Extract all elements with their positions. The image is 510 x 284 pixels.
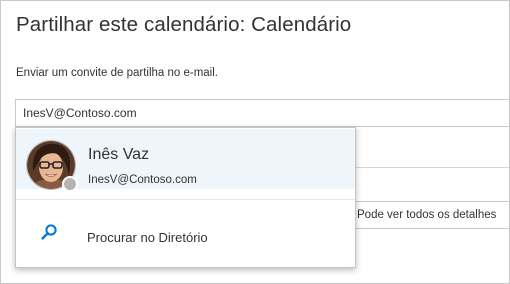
suggestion-email: InesV@Contoso.com xyxy=(88,174,197,186)
share-calendar-dialog: Partilhar este calendário: Calendário En… xyxy=(0,0,510,284)
recipient-email-input[interactable] xyxy=(15,99,509,127)
permission-dropdown[interactable]: Pode ver todos os detalhes xyxy=(346,201,509,229)
suggestion-item[interactable]: Inês Vaz InesV@Contoso.com xyxy=(16,129,355,192)
permission-value: Pode ver todos os detalhes xyxy=(357,209,497,221)
presence-status-icon xyxy=(62,176,78,192)
search-directory-label: Procurar no Diretório xyxy=(87,230,208,245)
dialog-title: Partilhar este calendário: Calendário xyxy=(16,13,352,36)
avatar xyxy=(26,140,78,192)
invite-instructions-label: Enviar um convite de partilha no e-mail. xyxy=(16,67,218,79)
suggestion-name: Inês Vaz xyxy=(88,146,150,163)
recipient-suggestions-dropdown: Inês Vaz InesV@Contoso.com Procurar no D… xyxy=(15,127,356,268)
search-directory-option[interactable]: Procurar no Diretório xyxy=(16,200,355,266)
search-icon xyxy=(41,224,57,240)
